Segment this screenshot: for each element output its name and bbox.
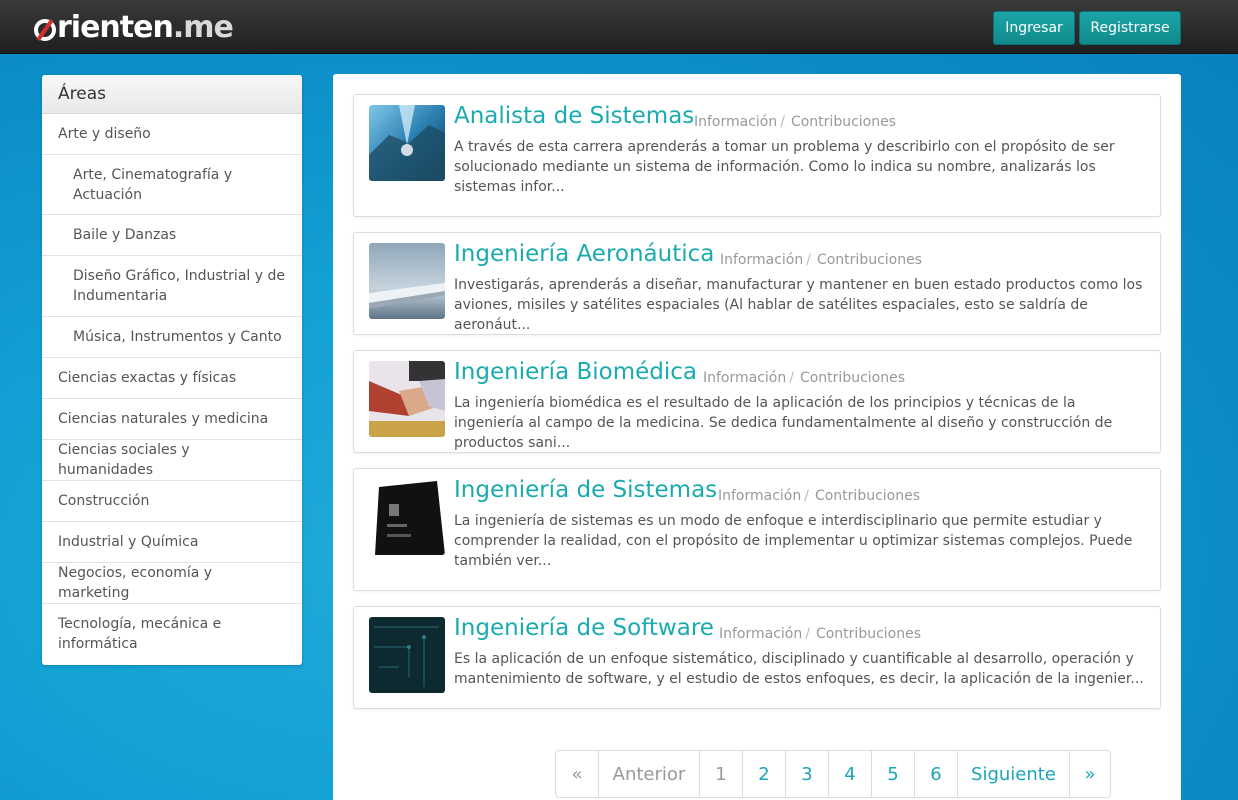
link-separator: / xyxy=(805,626,810,642)
sidebar-item-negocios[interactable]: Negocios, economía y marketing xyxy=(42,563,302,604)
sidebar-item-arte-cinematografia[interactable]: Arte, Cinematografía y Actuación xyxy=(42,155,302,215)
career-links: Información / Contribuciones xyxy=(703,370,905,386)
info-link[interactable]: Información xyxy=(718,488,801,504)
info-link[interactable]: Información xyxy=(719,626,802,642)
sidebar-item-industrial-quimica[interactable]: Industrial y Química xyxy=(42,522,302,563)
link-separator: / xyxy=(780,114,785,130)
site-logo[interactable]: rienten .me xyxy=(34,10,234,45)
info-link[interactable]: Información xyxy=(720,252,803,268)
previous-page-button[interactable]: Anterior xyxy=(599,751,700,797)
contributions-link[interactable]: Contribuciones xyxy=(817,252,922,268)
logo-text: rienten xyxy=(57,10,174,45)
airplane-wing-thumbnail[interactable] xyxy=(369,243,445,319)
info-link[interactable]: Información xyxy=(703,370,786,386)
career-title[interactable]: Ingeniería Biomédica xyxy=(454,359,697,385)
phone-screen-thumbnail[interactable] xyxy=(369,479,445,555)
page-6-button[interactable]: 6 xyxy=(915,751,958,797)
handshake-thumbnail[interactable] xyxy=(369,361,445,437)
last-page-button[interactable]: » xyxy=(1070,751,1110,797)
top-navbar: rienten .me Ingresar Registrarse xyxy=(0,0,1238,54)
areas-sidebar: Áreas Arte y diseño Arte, Cinematografía… xyxy=(42,75,302,665)
pagination: « Anterior 1 2 3 4 5 6 Siguiente » xyxy=(555,750,1111,798)
circuit-board-thumbnail[interactable] xyxy=(369,617,445,693)
sidebar-item-ciencias-sociales[interactable]: Ciencias sociales y humanidades xyxy=(42,440,302,481)
first-page-button[interactable]: « xyxy=(556,751,599,797)
career-links: Información / Contribuciones xyxy=(720,252,922,268)
contributions-link[interactable]: Contribuciones xyxy=(815,488,920,504)
sidebar-item-diseno-grafico[interactable]: Diseño Gráfico, Industrial y de Indument… xyxy=(42,256,302,317)
contributions-link[interactable]: Contribuciones xyxy=(816,626,921,642)
sidebar-item-arte-y-diseno[interactable]: Arte y diseño xyxy=(42,114,302,155)
sidebar-item-ciencias-exactas[interactable]: Ciencias exactas y físicas xyxy=(42,358,302,399)
career-description: La ingeniería biomédica es el resultado … xyxy=(454,395,1113,451)
career-description: Investigarás, aprenderás a diseñar, manu… xyxy=(454,277,1143,333)
career-links: Información / Contribuciones xyxy=(719,626,921,642)
page-3-button[interactable]: 3 xyxy=(786,751,829,797)
link-separator: / xyxy=(804,488,809,504)
contributions-link[interactable]: Contribuciones xyxy=(800,370,905,386)
career-title[interactable]: Ingeniería de Sistemas xyxy=(454,477,717,503)
register-button[interactable]: Registrarse xyxy=(1079,11,1181,45)
career-links: Información / Contribuciones xyxy=(694,114,896,130)
career-card: Ingeniería Biomédica Información / Contrib… xyxy=(353,350,1161,453)
contributions-link[interactable]: Contribuciones xyxy=(791,114,896,130)
page-5-button[interactable]: 5 xyxy=(872,751,915,797)
career-title[interactable]: Analista de Sistemas xyxy=(454,103,694,129)
link-separator: / xyxy=(806,252,811,268)
career-card: Ingeniería de Software Información / Contr… xyxy=(353,606,1161,709)
career-links: Información / Contribuciones xyxy=(718,488,920,504)
login-button[interactable]: Ingresar xyxy=(993,11,1075,45)
sidebar-item-construccion[interactable]: Construcción xyxy=(42,481,302,522)
career-description: A través de esta carrera aprenderás a to… xyxy=(454,139,1115,195)
career-description: Es la aplicación de un enfoque sistemáti… xyxy=(454,651,1144,687)
career-card: Ingeniería de Sistemas Información / Contr… xyxy=(353,468,1161,591)
next-page-button[interactable]: Siguiente xyxy=(958,751,1070,797)
career-title[interactable]: Ingeniería Aeronáutica xyxy=(454,241,714,267)
sidebar-item-musica[interactable]: Música, Instrumentos y Canto xyxy=(42,317,302,358)
sidebar-item-ciencias-naturales[interactable]: Ciencias naturales y medicina xyxy=(42,399,302,440)
link-separator: / xyxy=(789,370,794,386)
page-4-button[interactable]: 4 xyxy=(829,751,872,797)
career-description: La ingeniería de sistemas es un modo de … xyxy=(454,513,1133,569)
sidebar-item-baile-danzas[interactable]: Baile y Danzas xyxy=(42,215,302,256)
city-aerial-thumbnail[interactable] xyxy=(369,105,445,181)
page-1-button[interactable]: 1 xyxy=(700,751,743,797)
page-2-button[interactable]: 2 xyxy=(743,751,786,797)
logo-suffix: .me xyxy=(172,10,234,45)
sidebar-item-tecnologia[interactable]: Tecnología, mecánica e informática xyxy=(42,604,302,664)
careers-panel: Analista de Sistemas Información / Contrib… xyxy=(333,74,1181,800)
career-card: Analista de Sistemas Información / Contrib… xyxy=(353,94,1161,217)
info-link[interactable]: Información xyxy=(694,114,777,130)
logo-compass-icon xyxy=(34,18,56,41)
career-card: Ingeniería Aeronáutica Información / Contr… xyxy=(353,232,1161,335)
sidebar-title: Áreas xyxy=(42,75,302,114)
career-title[interactable]: Ingeniería de Software xyxy=(454,615,714,641)
